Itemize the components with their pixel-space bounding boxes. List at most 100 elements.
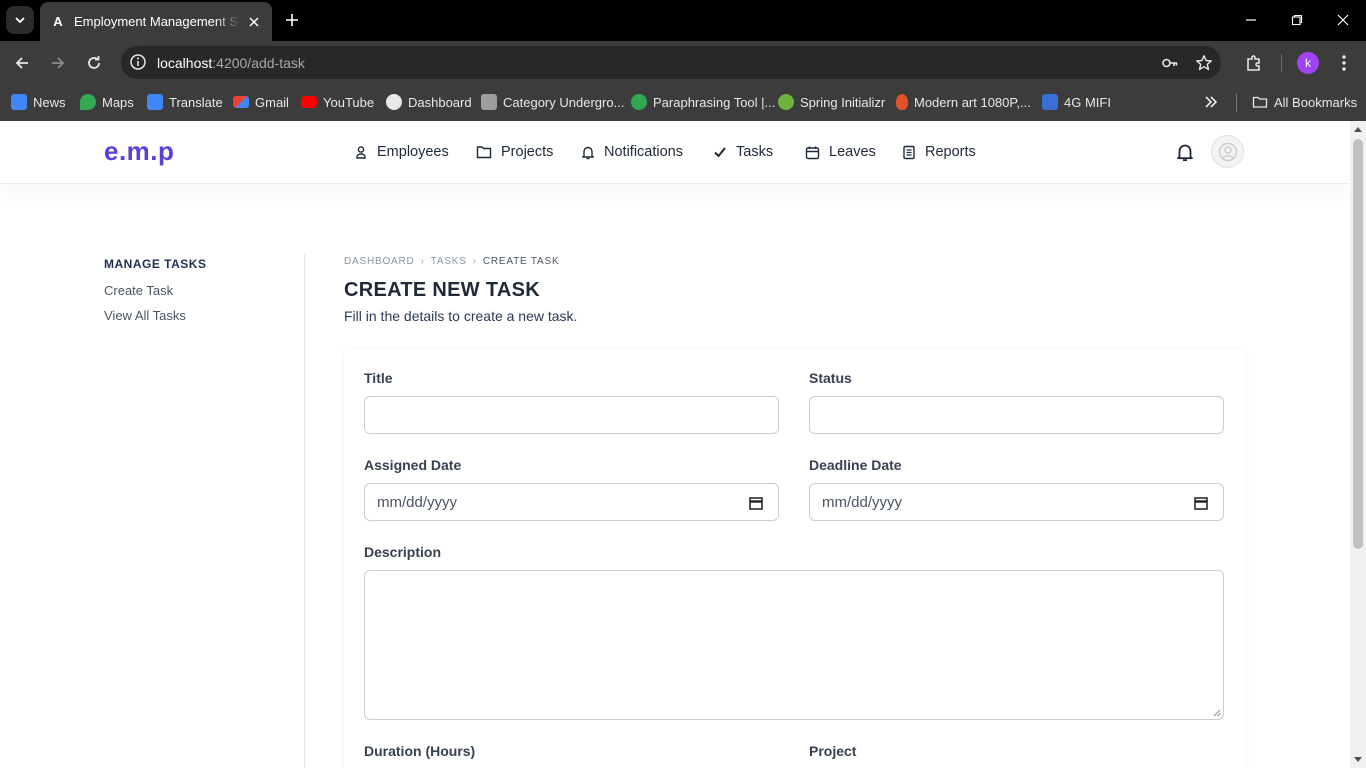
bookmark-paraphrasing[interactable]: Paraphrasing Tool |... <box>631 92 775 112</box>
browser-tab-strip: A Employment Management System <box>0 0 1366 41</box>
arrow-right-icon <box>52 57 65 69</box>
scroll-down-icon[interactable] <box>1354 757 1362 762</box>
browser-toolbar: localhost:4200/add-task k <box>0 41 1366 84</box>
breadcrumb-tasks[interactable]: TASKS <box>431 256 467 267</box>
restore-icon <box>1291 14 1303 26</box>
resize-grip-icon[interactable] <box>1212 708 1221 717</box>
sidebar-link-create-task[interactable]: Create Task <box>104 283 173 298</box>
user-avatar[interactable] <box>1211 135 1244 168</box>
globe-icon <box>386 94 402 110</box>
site-info-icon[interactable] <box>129 53 147 71</box>
new-tab-button[interactable] <box>282 10 302 30</box>
spring-icon <box>778 94 794 110</box>
scrollbar-thumb[interactable] <box>1353 139 1363 549</box>
youtube-icon <box>301 96 317 108</box>
description-textarea[interactable] <box>364 570 1224 720</box>
reload-icon <box>88 56 100 69</box>
bookmarks-overflow-icon[interactable] <box>1202 93 1220 111</box>
user-icon <box>356 146 366 159</box>
tab-search-button[interactable] <box>6 6 34 34</box>
bookmark-spring[interactable]: Spring Initializr <box>778 92 885 112</box>
all-bookmarks[interactable]: All Bookmarks <box>1252 92 1357 112</box>
star-icon[interactable] <box>1195 54 1213 72</box>
sidebar-link-view-all-tasks[interactable]: View All Tasks <box>104 308 186 323</box>
bookmark-maps[interactable]: Maps <box>80 92 134 112</box>
assigned-date-input[interactable]: mm/dd/yyyy <box>364 483 779 521</box>
bookmarks-bar: News Maps Translate Gmail YouTube Dashbo… <box>0 84 1366 121</box>
arrow-left-icon <box>15 57 28 69</box>
nav-projects[interactable]: Projects <box>476 141 553 163</box>
flame-icon <box>896 94 908 110</box>
bookmark-youtube[interactable]: YouTube <box>301 92 374 112</box>
page-scrollbar[interactable] <box>1350 121 1366 768</box>
nav-tasks[interactable]: Tasks <box>713 141 773 163</box>
duration-label: Duration (Hours) <box>364 743 476 759</box>
robot-icon <box>631 94 647 110</box>
nav-notifications[interactable]: Notifications <box>581 141 683 163</box>
forward-button[interactable] <box>47 52 69 74</box>
deadline-date-placeholder: mm/dd/yyyy <box>822 493 903 511</box>
back-button[interactable] <box>11 52 33 74</box>
restore-button[interactable] <box>1287 10 1307 30</box>
chevron-right-icon: › <box>472 256 477 267</box>
bookmark-4g-mifi[interactable]: 4G MIFI <box>1042 92 1111 112</box>
calendar-icon <box>805 146 820 159</box>
scroll-up-icon[interactable] <box>1354 127 1362 132</box>
more-vertical-icon <box>1342 55 1346 71</box>
bookmark-modern-art[interactable]: Modern art 1080P,... <box>896 92 1031 112</box>
tab-title: Employment Management System <box>74 14 240 29</box>
user-icon <box>1218 142 1237 161</box>
app-logo[interactable]: e.m.p <box>104 136 174 167</box>
bookmark-gmail[interactable]: Gmail <box>233 92 289 112</box>
breadcrumb-create-task: CREATE TASK <box>482 256 560 267</box>
breadcrumb: DASHBOARD › TASKS › CREATE TASK <box>344 256 559 267</box>
site-icon <box>481 94 497 110</box>
reload-button[interactable] <box>83 52 105 74</box>
project-label: Project <box>809 743 857 759</box>
check-icon <box>714 147 726 158</box>
deadline-date-label: Deadline Date <box>809 457 902 473</box>
url-text[interactable]: localhost:4200/add-task <box>157 55 305 71</box>
nav-employees[interactable]: Employees <box>354 141 449 163</box>
breadcrumb-dashboard[interactable]: DASHBOARD <box>344 256 415 267</box>
browser-tab[interactable]: A Employment Management System <box>40 2 272 41</box>
chevron-right-icon: › <box>420 256 425 267</box>
close-window-button[interactable] <box>1333 10 1353 30</box>
nav-leaves[interactable]: Leaves <box>805 141 876 163</box>
angular-icon: A <box>53 14 63 29</box>
extensions-button[interactable] <box>1244 53 1264 73</box>
sidebar-divider <box>304 254 305 768</box>
calendar-icon[interactable] <box>748 495 764 511</box>
close-icon <box>1337 14 1349 26</box>
title-input[interactable] <box>364 396 779 434</box>
browser-menu-button[interactable] <box>1334 53 1354 73</box>
notification-bell-icon[interactable] <box>1175 142 1195 162</box>
page-subtitle: Fill in the details to create a new task… <box>344 308 578 324</box>
close-icon <box>249 16 259 27</box>
bookmark-translate[interactable]: Translate <box>147 92 223 112</box>
bell-icon <box>582 146 594 159</box>
document-icon <box>903 145 915 159</box>
tab-close-button[interactable] <box>246 14 262 30</box>
profile-avatar[interactable]: k <box>1297 52 1319 74</box>
task-form-card: Title Status Assigned Date mm/dd/yyyy De… <box>344 349 1245 768</box>
deadline-date-input[interactable]: mm/dd/yyyy <box>809 483 1224 521</box>
calendar-icon[interactable] <box>1193 495 1209 511</box>
app-navbar: e.m.p Employees Projects Notifications T… <box>0 121 1350 184</box>
translate-icon <box>147 94 163 110</box>
maps-icon <box>80 94 96 110</box>
address-bar[interactable]: localhost:4200/add-task <box>121 46 1221 79</box>
status-input[interactable] <box>809 396 1224 434</box>
bookmark-category[interactable]: Category Undergro... <box>481 92 624 112</box>
minimize-button[interactable] <box>1241 10 1261 30</box>
bookmark-news[interactable]: News <box>11 92 66 112</box>
title-label: Title <box>364 370 393 386</box>
nav-reports[interactable]: Reports <box>902 141 976 163</box>
news-icon <box>11 94 27 110</box>
page-title: CREATE NEW TASK <box>344 279 540 301</box>
gmail-icon <box>233 96 249 108</box>
key-icon[interactable] <box>1161 54 1179 72</box>
bookmark-dashboard[interactable]: Dashboard <box>386 92 472 112</box>
bookmarks-divider <box>1236 94 1237 112</box>
folder-icon <box>1252 96 1268 108</box>
